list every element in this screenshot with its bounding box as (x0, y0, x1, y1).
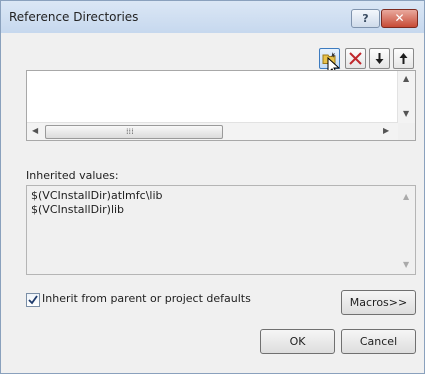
reference-directories-dialog: Reference Directories ? ✕ ▲ ▼ ◀ ⁞⁞⁞ ▶ In… (0, 0, 425, 374)
macros-button[interactable]: Macros>> (341, 290, 416, 315)
scroll-grip: ⁞⁞⁞ (126, 127, 134, 136)
inherited-values-box: $(VCInstallDir)atlmfc\lib $(VCInstallDir… (26, 185, 416, 275)
ok-button[interactable]: OK (260, 329, 335, 354)
inherited-value: $(VCInstallDir)atlmfc\lib (31, 189, 163, 202)
scroll-right-arrow-icon[interactable]: ▶ (383, 126, 389, 135)
help-button[interactable]: ? (351, 9, 380, 28)
delete-button[interactable] (345, 48, 366, 69)
inherit-checkbox-label[interactable]: Inherit from parent or project defaults (42, 292, 251, 305)
close-button[interactable]: ✕ (381, 9, 418, 28)
move-up-button[interactable] (393, 48, 414, 69)
dialog-title: Reference Directories (9, 10, 139, 24)
directory-list[interactable]: ▲ ▼ ◀ ⁞⁞⁞ ▶ (26, 70, 416, 141)
inherited-value: $(VCInstallDir)lib (31, 203, 125, 216)
scroll-left-arrow-icon[interactable]: ◀ (32, 126, 38, 135)
scroll-up-arrow-icon: ▲ (403, 192, 410, 201)
scroll-corner (398, 123, 415, 140)
inherited-scrollbar: ▲ ▼ (398, 186, 415, 274)
horizontal-scrollbar[interactable]: ◀ ⁞⁞⁞ ▶ (27, 122, 398, 140)
horizontal-scroll-thumb[interactable]: ⁞⁞⁞ (45, 125, 223, 139)
scroll-down-arrow-icon: ▼ (403, 260, 410, 269)
checkmark-icon (28, 295, 38, 305)
inherited-values-label: Inherited values: (26, 169, 119, 182)
move-down-button[interactable] (369, 48, 390, 69)
vertical-scrollbar[interactable]: ▲ ▼ (397, 71, 415, 123)
title-bar: Reference Directories ? ✕ (1, 1, 424, 33)
scroll-up-arrow-icon[interactable]: ▲ (403, 74, 409, 83)
inherit-checkbox[interactable] (26, 293, 40, 307)
cancel-button[interactable]: Cancel (341, 329, 416, 354)
scroll-down-arrow-icon[interactable]: ▼ (403, 109, 409, 118)
